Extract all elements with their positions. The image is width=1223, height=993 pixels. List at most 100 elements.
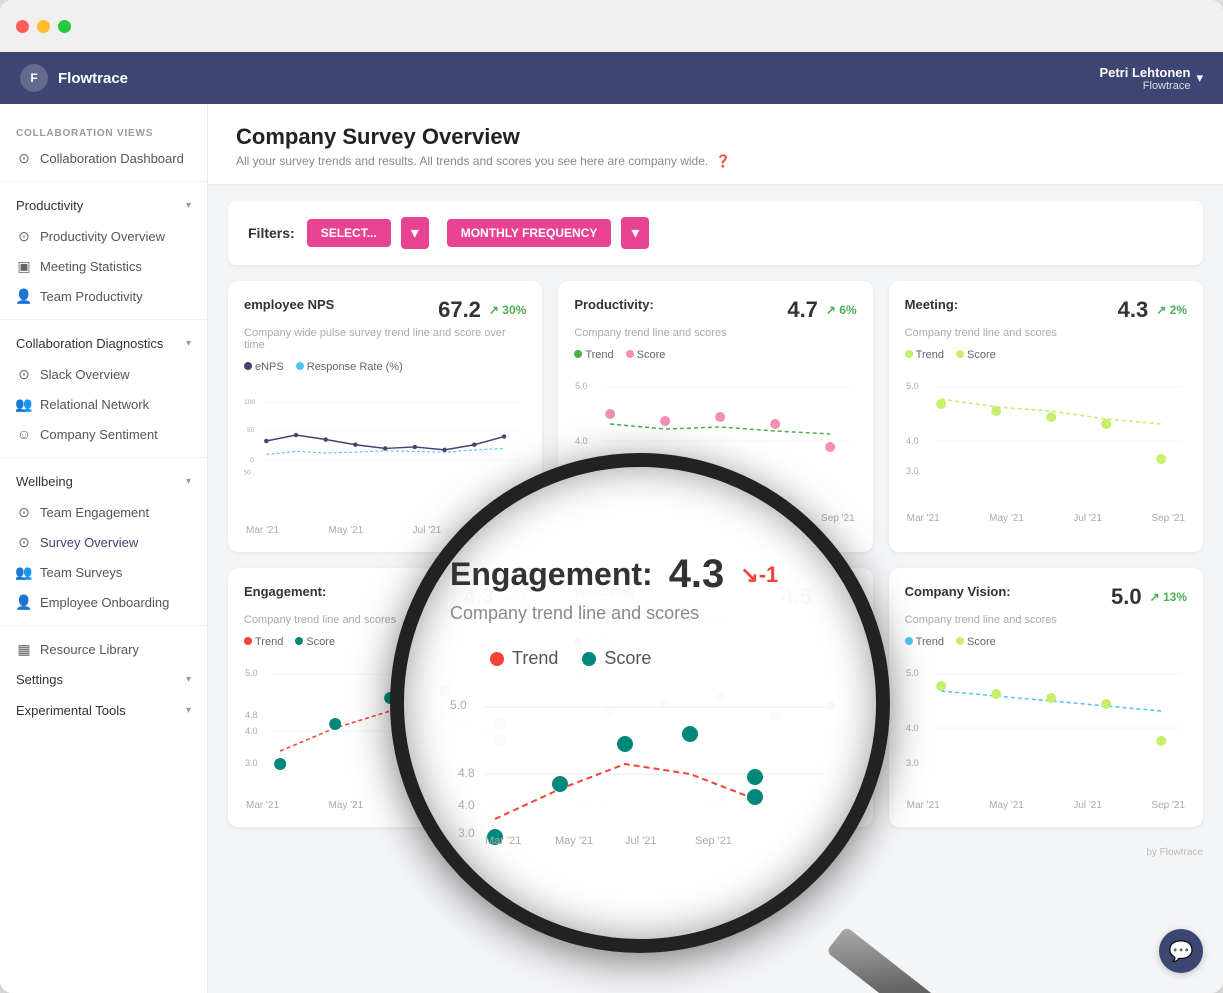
sidebar: COLLABORATION VIEWS ⊙ Collaboration Dash…: [0, 104, 208, 993]
wellbeing-score: 4.5: [781, 584, 812, 610]
sidebar-item-label: Collaboration Dashboard: [40, 151, 184, 166]
library-icon: ▦: [16, 641, 32, 657]
sidebar-item-meeting-statistics[interactable]: ▣ Meeting Statistics: [0, 251, 207, 281]
watermark: by Flowtrace: [208, 843, 1223, 866]
company-vision-chart: 5.0 4.0 3.0: [905, 656, 1187, 796]
svg-text:4.0: 4.0: [906, 723, 919, 733]
frequency-filter-button[interactable]: MONTHLY FREQUENCY: [447, 219, 612, 247]
user-name: Petri Lehtonen: [1099, 65, 1190, 80]
meeting-card: Meeting: 4.3 ↗ 2% Company trend line and…: [889, 281, 1203, 552]
enps-trend: ↗ 30%: [489, 303, 526, 317]
topbar: F Flowtrace Petri Lehtonen Flowtrace ▾: [0, 52, 1223, 104]
logo-icon: F: [20, 64, 48, 92]
page-header: Company Survey Overview All your survey …: [208, 104, 1223, 185]
enps-chart: 100 50 0 -50: [244, 381, 526, 521]
onboarding-icon: 👤: [16, 594, 32, 610]
survey-overview-icon: ⊙: [16, 534, 32, 550]
settings-group[interactable]: Settings ▾: [0, 664, 207, 695]
svg-text:5.0: 5.0: [906, 668, 919, 678]
svg-text:0: 0: [250, 457, 254, 464]
app-window: F Flowtrace Petri Lehtonen Flowtrace ▾ C…: [0, 0, 1223, 993]
filters-label: Filters:: [248, 225, 295, 241]
meeting-card-header: Meeting: 4.3 ↗ 2%: [905, 297, 1187, 323]
svg-text:5.0: 5.0: [245, 668, 258, 678]
sidebar-item-label: Meeting Statistics: [40, 259, 142, 274]
settings-label: Settings: [16, 672, 63, 687]
meeting-subtitle: Company trend line and scores: [905, 327, 1187, 339]
productivity-subtitle: Company trend line and scores: [574, 327, 856, 339]
productivity-title: Productivity:: [574, 297, 653, 312]
content-area: COLLABORATION VIEWS ⊙ Collaboration Dash…: [0, 104, 1223, 993]
sidebar-item-team-productivity[interactable]: 👤 Team Productivity: [0, 281, 207, 311]
filters-bar: Filters: SELECT... ▾ MONTHLY FREQUENCY ▾: [228, 201, 1203, 265]
wellbeing-card-header: Wellbeing: 4.5 ↗ 11%: [574, 584, 856, 610]
sidebar-item-label: Survey Overview: [40, 535, 138, 550]
titlebar: [0, 0, 1223, 52]
productivity-chart: 5.0 4.0: [574, 369, 856, 509]
select-filter-dropdown[interactable]: ▾: [401, 217, 429, 249]
sidebar-item-team-surveys[interactable]: 👥 Team Surveys: [0, 557, 207, 587]
sidebar-item-resource-library[interactable]: ▦ Resource Library: [0, 634, 207, 664]
enps-card: employee NPS 67.2 ↗ 30% Company wide pul…: [228, 281, 542, 552]
main-content: Company Survey Overview All your survey …: [208, 104, 1223, 993]
sidebar-item-survey-overview[interactable]: ⊙ Survey Overview: [0, 527, 207, 557]
experimental-group[interactable]: Experimental Tools ▾: [0, 695, 207, 726]
company-vision-title: Company Vision:: [905, 584, 1011, 599]
sidebar-item-employee-onboarding[interactable]: 👤 Employee Onboarding: [0, 587, 207, 617]
sidebar-item-productivity-overview[interactable]: ⊙ Productivity Overview: [0, 221, 207, 251]
minimize-btn[interactable]: [37, 20, 50, 33]
frequency-filter-dropdown[interactable]: ▾: [621, 217, 649, 249]
engagement-card: Engagement: 4.3 ↘ -1 Company trend line …: [228, 568, 542, 827]
help-icon[interactable]: ❓: [716, 154, 731, 168]
user-dropdown-icon[interactable]: ▾: [1196, 70, 1203, 86]
sentiment-icon: ☺: [16, 426, 32, 442]
enps-card-header: employee NPS 67.2 ↗ 30%: [244, 297, 526, 323]
maximize-btn[interactable]: [58, 20, 71, 33]
sidebar-item-slack-overview[interactable]: ⊙ Slack Overview: [0, 359, 207, 389]
wellbeing-group[interactable]: Wellbeing ▾: [0, 466, 207, 497]
wellbeing-x-axis: May '21Jul '21Sep '21: [574, 800, 856, 811]
engagement-card-header: Engagement: 4.3 ↘ -1: [244, 584, 526, 610]
svg-text:4.8: 4.8: [245, 710, 258, 720]
sidebar-item-relational-network[interactable]: 👥 Relational Network: [0, 389, 207, 419]
meeting-legend: Trend Score: [905, 349, 1187, 361]
sidebar-item-label: Company Sentiment: [40, 427, 158, 442]
sidebar-item-company-sentiment[interactable]: ☺ Company Sentiment: [0, 419, 207, 449]
select-filter-button[interactable]: SELECT...: [307, 219, 391, 247]
company-vision-score: 5.0: [1111, 584, 1142, 610]
logo: F Flowtrace: [20, 64, 128, 92]
close-btn[interactable]: [16, 20, 29, 33]
engagement-x-axis: Mar '21May '21Jul '21Sep '21: [244, 800, 526, 811]
company-vision-card: Company Vision: 5.0 ↗ 13% Company trend …: [889, 568, 1203, 827]
enps-x-axis: Mar '21May '21Jul '21Sep '21: [244, 525, 526, 536]
enps-score: 67.2: [438, 297, 481, 323]
productivity-card-header: Productivity: 4.7 ↗ 6%: [574, 297, 856, 323]
svg-text:3.0: 3.0: [906, 758, 919, 768]
svg-text:50: 50: [247, 427, 255, 434]
chevron-down-icon: ▾: [186, 200, 191, 211]
meeting-score: 4.3: [1118, 297, 1149, 323]
team-productivity-icon: 👤: [16, 288, 32, 304]
company-vision-subtitle: Company trend line and scores: [905, 614, 1187, 626]
wellbeing-title: Wellbeing:: [574, 584, 639, 599]
diagnostics-group[interactable]: Collaboration Diagnostics ▾: [0, 328, 207, 359]
user-info[interactable]: Petri Lehtonen Flowtrace ▾: [1099, 65, 1203, 92]
settings-chevron-icon: ▾: [186, 674, 191, 685]
engagement-legend: Trend Score: [244, 636, 526, 648]
chat-button[interactable]: 💬: [1159, 929, 1203, 973]
sidebar-item-label: Resource Library: [40, 642, 139, 657]
dashboard-icon: ⊙: [16, 150, 32, 166]
chevron-down-icon2: ▾: [186, 338, 191, 349]
meeting-statistics-icon: ▣: [16, 258, 32, 274]
engagement-trend: ↘ -1: [502, 590, 526, 604]
svg-text:5.0: 5.0: [906, 381, 919, 391]
chat-icon: 💬: [1169, 939, 1194, 964]
sidebar-item-collab-dashboard[interactable]: ⊙ Collaboration Dashboard: [0, 143, 207, 173]
company-vision-trend: ↗ 13%: [1150, 590, 1187, 604]
sidebar-item-label: Team Productivity: [40, 289, 143, 304]
top-cards-grid: employee NPS 67.2 ↗ 30% Company wide pul…: [208, 265, 1223, 568]
chevron-down-icon3: ▾: [186, 476, 191, 487]
productivity-label: Productivity: [16, 198, 83, 213]
productivity-group[interactable]: Productivity ▾: [0, 190, 207, 221]
sidebar-item-team-engagement[interactable]: ⊙ Team Engagement: [0, 497, 207, 527]
